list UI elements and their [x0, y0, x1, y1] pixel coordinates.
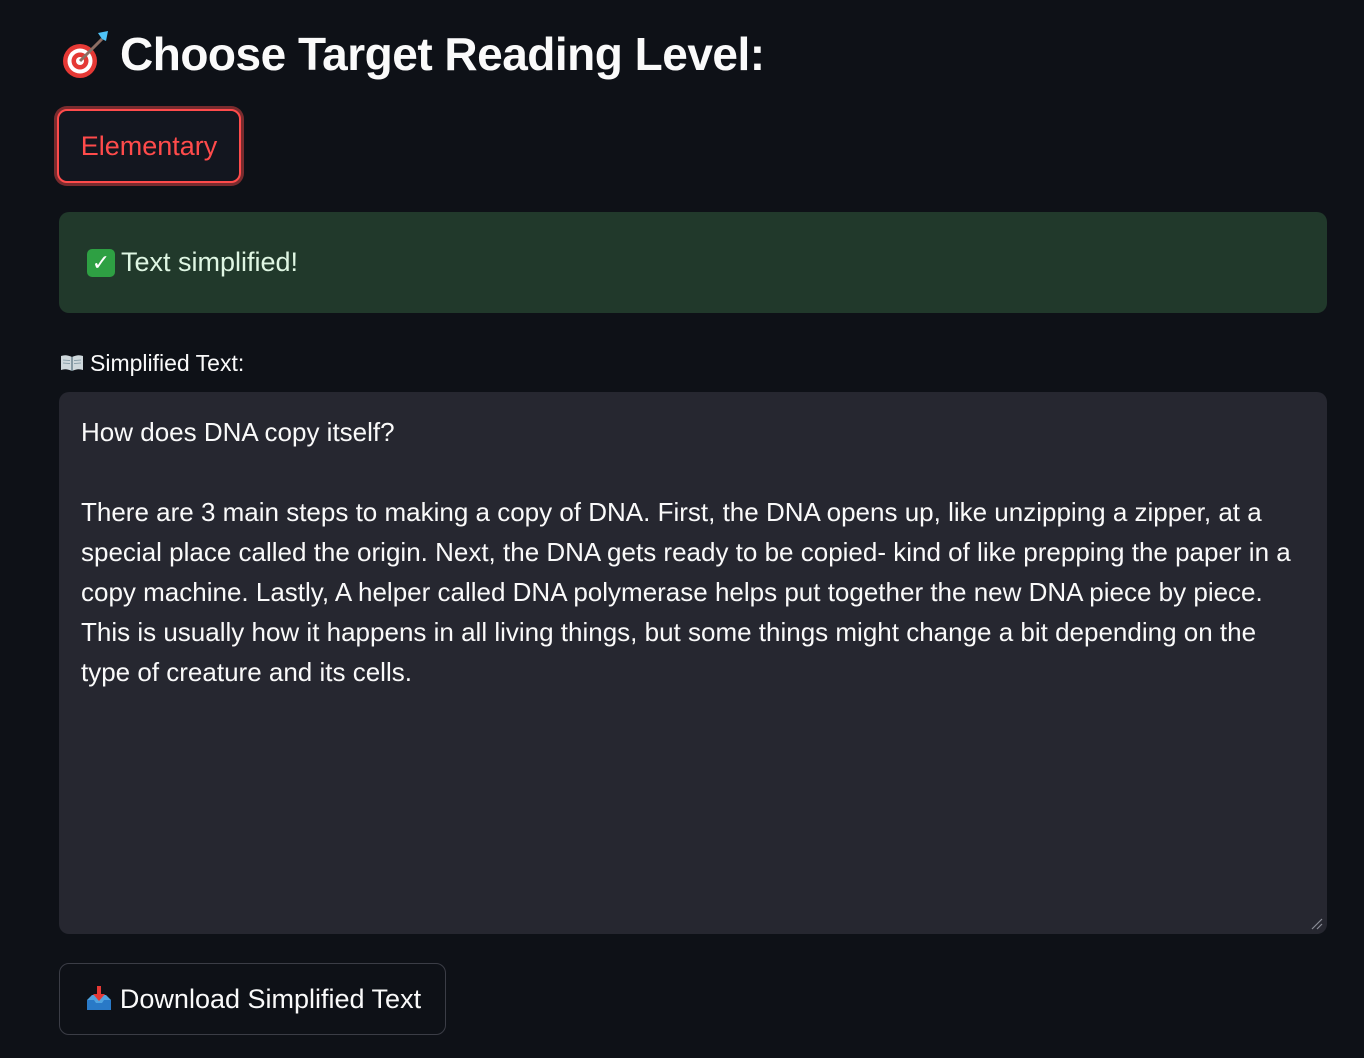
- open-book-icon: [60, 354, 84, 372]
- reading-level-label: Elementary: [80, 130, 218, 161]
- target-dart-icon: [58, 27, 112, 81]
- simplified-text-label: Simplified Text:: [60, 346, 244, 380]
- simplified-text-label-text: Simplified Text:: [90, 349, 245, 376]
- download-button-label: Download Simplified Text: [119, 983, 422, 1014]
- resize-handle-icon[interactable]: [1309, 916, 1323, 930]
- inbox-tray-icon: [84, 984, 114, 1014]
- reading-level-elementary-button[interactable]: Elementary: [57, 109, 241, 183]
- check-mark-icon: ✓: [87, 248, 115, 277]
- page-title: Choose Target Reading Level:: [58, 22, 765, 86]
- page-title-text: Choose Target Reading Level:: [120, 28, 765, 80]
- success-alert: ✓ Text simplified!: [59, 212, 1327, 313]
- app-page: Choose Target Reading Level: Elementary …: [0, 0, 1364, 1058]
- simplified-text-area[interactable]: How does DNA copy itself? There are 3 ma…: [59, 392, 1327, 934]
- download-simplified-text-button[interactable]: Download Simplified Text: [59, 963, 446, 1035]
- success-message: Text simplified!: [121, 247, 299, 277]
